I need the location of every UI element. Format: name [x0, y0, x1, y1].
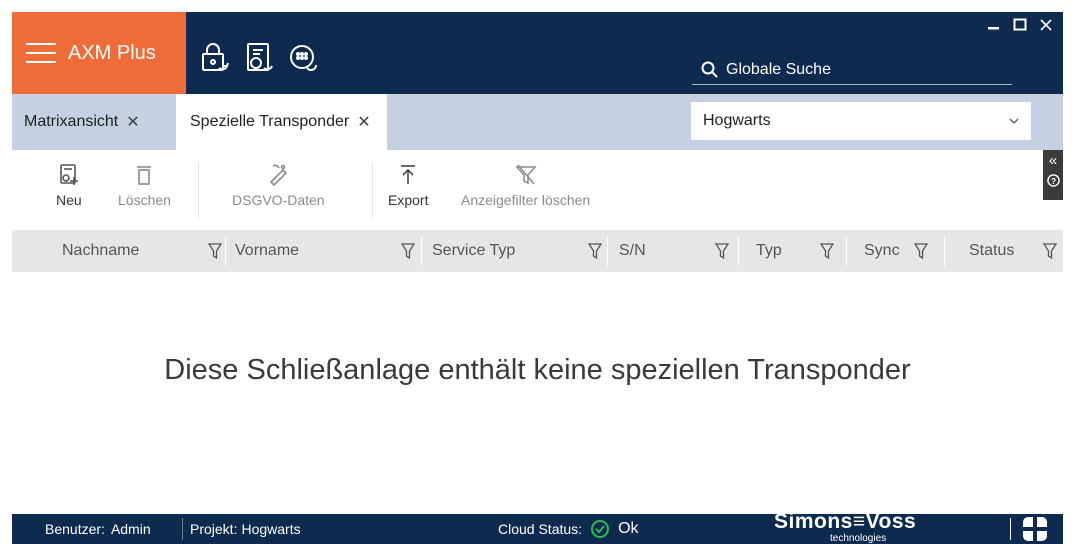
filter-icon[interactable] [588, 243, 602, 259]
tab-label: Matrixansicht [24, 113, 119, 130]
column-header[interactable]: Typ [756, 230, 834, 272]
column-header[interactable]: Sync [864, 230, 928, 272]
toolbar: Neu Löschen DSGVO-Daten Export Anzeigefi… [12, 150, 1063, 230]
cloud-status-label: Cloud Status: [498, 521, 583, 537]
column-divider [846, 236, 847, 266]
column-title: Sync [864, 242, 900, 259]
trash-icon [137, 166, 152, 185]
column-title: Service Typ [432, 242, 516, 259]
delete-button[interactable]: Löschen [118, 164, 171, 208]
column-divider [607, 236, 608, 266]
toolbar-divider [372, 162, 373, 218]
column-header[interactable]: Status [969, 230, 1057, 272]
logo-divider [1010, 518, 1011, 540]
gdpr-edit-icon [270, 164, 288, 186]
status-bar: Benutzer: Admin Projekt: Hogwarts Cloud … [12, 510, 1063, 544]
gdpr-data-button[interactable]: DSGVO-Daten [232, 164, 325, 208]
check-circle-icon [591, 520, 610, 538]
locking-system-select[interactable]: Hogwarts [691, 102, 1031, 140]
app-title: AXM Plus [68, 41, 156, 64]
grid-header: Nachname Vorname Service Typ S/N Typ Syn… [12, 230, 1063, 272]
filter-icon[interactable] [715, 243, 729, 259]
export-icon [401, 165, 416, 184]
column-title: S/N [619, 242, 646, 259]
project-info: Projekt: Hogwarts [190, 514, 301, 544]
export-button-label: Export [388, 192, 429, 208]
quick-actions [200, 42, 318, 74]
main-menu-button[interactable]: AXM Plus [12, 12, 186, 94]
delete-button-label: Löschen [118, 192, 171, 208]
column-divider [944, 236, 945, 266]
transponder-sync-icon[interactable] [244, 42, 274, 74]
clear-filter-icon [514, 164, 537, 185]
app-window: AXM Plus Globale Suche Matrixansicht ✕ S… [12, 12, 1063, 544]
maximize-icon[interactable] [1013, 18, 1027, 32]
global-search-label: Globale Suche [726, 61, 831, 78]
clear-filter-button[interactable]: Anzeigefilter löschen [461, 164, 590, 208]
simonsvoss-logo-subtitle: technologies [830, 533, 887, 544]
column-title: Nachname [62, 242, 140, 259]
status-divider [182, 518, 183, 540]
filter-icon[interactable] [914, 243, 928, 259]
close-icon[interactable]: ✕ [126, 112, 139, 132]
project-label: Projekt: [190, 521, 238, 537]
search-icon [701, 61, 718, 78]
column-header[interactable]: Nachname [62, 230, 222, 272]
new-button[interactable]: Neu [56, 164, 82, 208]
tab-label: Spezielle Transponder [190, 113, 350, 130]
clear-filter-label: Anzeigefilter löschen [461, 192, 591, 208]
cloud-status-value: Ok [618, 520, 639, 537]
tab-matrix-view[interactable]: Matrixansicht ✕ [12, 94, 154, 150]
help-icon[interactable]: ? [1046, 174, 1060, 187]
collapse-icon[interactable]: « [1049, 152, 1057, 170]
tab-special-transponders[interactable]: Spezielle Transponder ✕ [176, 94, 387, 150]
column-divider [738, 236, 739, 266]
lock-sync-icon[interactable] [200, 42, 230, 74]
new-transponder-icon [60, 164, 78, 185]
top-bar: AXM Plus Globale Suche [12, 12, 1063, 94]
column-title: Vorname [235, 242, 300, 259]
chevron-down-icon [1009, 118, 1019, 124]
global-search[interactable]: Globale Suche [692, 56, 1012, 85]
window-controls [987, 18, 1053, 32]
minimize-icon[interactable] [987, 18, 1001, 32]
close-icon[interactable]: ✕ [357, 112, 370, 132]
export-button[interactable]: Export [388, 164, 428, 208]
simonsvoss-mark-icon [1023, 517, 1047, 541]
column-header[interactable]: Service Typ [432, 230, 602, 272]
user-value: Admin [110, 521, 151, 537]
locking-system-value: Hogwarts [703, 112, 771, 129]
side-panel-toggle[interactable]: « ? [1043, 150, 1063, 200]
column-title: Status [969, 242, 1015, 259]
filter-icon[interactable] [820, 243, 834, 259]
filter-icon[interactable] [1043, 243, 1057, 259]
project-value: Hogwarts [241, 521, 301, 537]
cloud-status: Cloud Status: Ok [498, 514, 639, 544]
column-title: Typ [756, 242, 782, 259]
column-divider [421, 236, 422, 266]
tab-bar: Matrixansicht ✕ Spezielle Transponder ✕ … [12, 94, 1063, 150]
simonsvoss-logo: Simons≡Voss [774, 510, 917, 533]
gdpr-data-label: DSGVO-Daten [232, 192, 325, 208]
column-header[interactable]: Vorname [235, 230, 415, 272]
toolbar-divider [198, 162, 199, 218]
filter-icon[interactable] [401, 243, 415, 259]
empty-state-message: Diese Schließanlage enthält keine spezie… [164, 354, 911, 386]
user-label: Benutzer: [45, 521, 105, 537]
column-header[interactable]: S/N [619, 230, 729, 272]
svg-text:?: ? [1050, 176, 1055, 186]
close-icon[interactable] [1039, 18, 1053, 32]
filter-icon[interactable] [208, 243, 222, 259]
user-info: Benutzer: Admin [45, 514, 151, 544]
hamburger-icon [26, 43, 56, 63]
keypad-sync-icon[interactable] [288, 42, 318, 74]
new-button-label: Neu [56, 192, 82, 208]
column-divider [225, 236, 226, 266]
